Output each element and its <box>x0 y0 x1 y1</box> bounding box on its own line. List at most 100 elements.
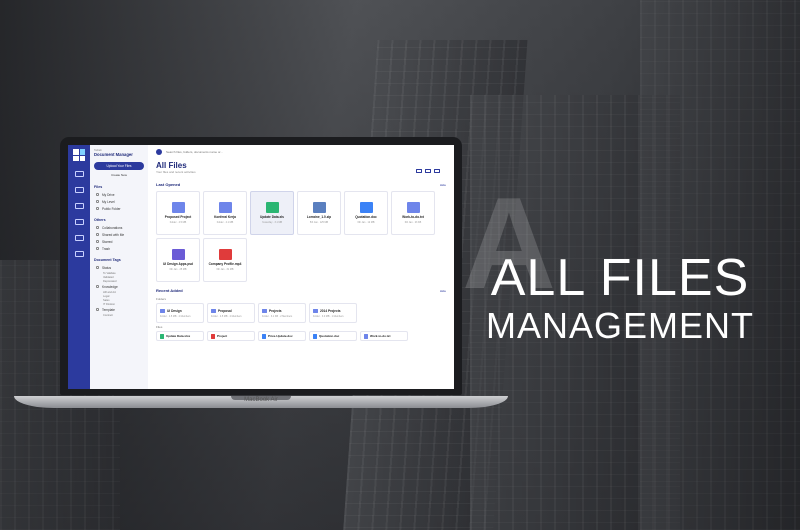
file-icon <box>312 202 326 213</box>
sidebar-item-trash[interactable]: Trash <box>94 245 144 252</box>
file-icon <box>359 202 373 213</box>
files-icon[interactable] <box>74 187 84 193</box>
file-icon <box>406 202 420 213</box>
settings-icon[interactable] <box>74 235 84 241</box>
file-name: Company Profile.mp4 <box>208 262 242 266</box>
others-heading: Others <box>94 218 106 222</box>
folders-label: Folders <box>156 297 167 301</box>
folder-meta: Folder · 3.1 KB · 2 Members <box>262 314 293 318</box>
file-card[interactable]: Proposed Project Folder · 4.5 MB <box>156 191 200 235</box>
sidebar-item-my-drive[interactable]: My Drive <box>94 191 144 198</box>
folder-icon <box>211 308 216 313</box>
drive-icon[interactable] <box>74 203 84 209</box>
app-logo-icon <box>73 149 85 161</box>
sidebar-item-starred[interactable]: Starred <box>94 238 144 245</box>
folder-icon <box>262 308 267 313</box>
grid-view-icon[interactable] <box>425 169 431 173</box>
sidebar-item-my-level[interactable]: My Level <box>94 198 144 205</box>
hide-link[interactable]: Hide <box>440 289 446 293</box>
file-name: Price-Update.doc <box>268 334 293 338</box>
file-icon <box>262 333 266 339</box>
folder-card[interactable]: Projects Folder · 3.1 KB · 2 Members <box>258 303 306 323</box>
people-icon[interactable] <box>74 219 84 225</box>
file-meta: 6th Jan · 23 KB <box>404 221 422 224</box>
tag-icon <box>96 285 99 288</box>
tag-template[interactable]: Template <box>94 306 144 313</box>
file-meta: 5th Jan · 125 MB <box>309 221 329 224</box>
last-opened-grid: Proposed Project Folder · 4.5 MB Konferai … <box>156 191 446 282</box>
upload-button[interactable]: Upload Your Files <box>94 162 144 170</box>
recent-file[interactable]: Price-Update.doc <box>258 331 306 341</box>
recent-added-heading: Recent Added <box>156 288 183 293</box>
create-new-button[interactable]: Create New <box>94 173 144 177</box>
sidebar-item-public-folder[interactable]: Public Folder <box>94 205 144 212</box>
hide-link[interactable]: Hide <box>440 183 446 187</box>
file-meta: 6th Jan · 31 MB <box>216 268 234 271</box>
file-icon <box>160 333 164 339</box>
sidebar-item-shared[interactable]: Shared with Me <box>94 231 144 238</box>
tag-icon <box>96 308 99 311</box>
folder-meta: Folder · 3.0 MB · 1 Members <box>313 314 344 318</box>
recent-files: Update Data.xlsx Project Price-Update.doc Q… <box>156 331 446 341</box>
folder-card[interactable]: 2014 Projects Folder · 3.0 MB · 1 Members <box>309 303 357 323</box>
folder-name: UI Design <box>167 308 182 313</box>
tags-heading: Document Tags <box>94 258 121 262</box>
file-icon <box>218 249 232 260</box>
search-input[interactable] <box>166 150 256 154</box>
file-meta: 6th Jan · 12 MB <box>357 221 375 224</box>
search-icon[interactable] <box>156 149 162 155</box>
file-card[interactable]: Quotation.doc 6th Jan · 12 MB <box>344 191 388 235</box>
folder-card[interactable]: Proposal Folder · 4.5 MB · 2 Members <box>207 303 255 323</box>
folder-name: Proposal <box>218 308 232 313</box>
file-name: Project <box>217 334 228 338</box>
headline-line2: MANAGEMENT <box>485 305 754 346</box>
app-screen: Tabtab Document Manager Upload Your File… <box>68 145 454 389</box>
file-meta: Folder · 4.5 MB <box>169 221 187 224</box>
notification-icon[interactable] <box>74 251 84 257</box>
file-meta: 6th Jan · 25 MB <box>169 268 187 271</box>
file-card[interactable]: Konferai Kerja Folder · 4.1 MB <box>203 191 247 235</box>
file-icon <box>364 333 368 339</box>
file-icon <box>171 249 185 260</box>
page-subtitle: Your files and recent activities <box>156 170 196 174</box>
page-title: All Files <box>156 161 187 170</box>
file-card[interactable]: Lorraine_1.0.zip 5th Jan · 125 MB <box>297 191 341 235</box>
folder-card[interactable]: UI Design Folder · 4.5 MB · 2 Members <box>156 303 204 323</box>
file-meta: Yesterday · 3.1 MB <box>261 221 283 224</box>
laptop-lid: Tabtab Document Manager Upload Your File… <box>60 137 462 395</box>
file-meta: Folder · 4.1 MB <box>216 221 234 224</box>
recent-file[interactable]: Project <box>207 331 255 341</box>
file-name: Quotation.doc <box>319 334 340 338</box>
main-content: All Files Your files and recent activiti… <box>148 145 454 389</box>
list-view-icon[interactable] <box>416 169 422 173</box>
detail-view-icon[interactable] <box>434 169 440 173</box>
trash-icon <box>96 247 99 250</box>
share-icon <box>96 233 99 236</box>
file-name: Update Data.xls <box>260 215 284 219</box>
file-card[interactable]: Company Profile.mp4 6th Jan · 31 MB <box>203 238 247 282</box>
recent-file[interactable]: Update Data.xlsx <box>156 331 204 341</box>
recent-file[interactable]: Quotation.doc <box>309 331 357 341</box>
file-name: Lorraine_1.0.zip <box>306 215 332 219</box>
file-card[interactable]: Update Data.xls Yesterday · 3.1 MB <box>250 191 294 235</box>
tag-icon <box>96 266 99 269</box>
recent-file[interactable]: Work-to-do.txt <box>360 331 408 341</box>
file-name: Proposed Project <box>164 215 192 219</box>
group-icon <box>96 226 99 229</box>
dashboard-icon[interactable] <box>74 171 84 177</box>
folder-name: 2014 Projects <box>320 308 341 313</box>
file-card[interactable]: UI Design Apps.psd 6th Jan · 25 MB <box>156 238 200 282</box>
tag-status[interactable]: Status <box>94 264 144 271</box>
icon-rail <box>68 145 90 389</box>
tag-sub[interactable]: Contract <box>94 313 144 317</box>
tag-knowledge[interactable]: Knowledge <box>94 283 144 290</box>
folder-icon <box>160 308 165 313</box>
file-icon <box>171 202 185 213</box>
file-card[interactable]: Work-to-do.txt 6th Jan · 23 KB <box>391 191 435 235</box>
file-icon <box>313 333 317 339</box>
file-name: Konferai Kerja <box>214 215 236 219</box>
laptop-label: MacBook Air <box>244 397 278 403</box>
sidebar-item-collaborations[interactable]: Collaborations <box>94 224 144 231</box>
folder-icon <box>96 193 99 196</box>
files-heading: Files <box>94 185 103 189</box>
